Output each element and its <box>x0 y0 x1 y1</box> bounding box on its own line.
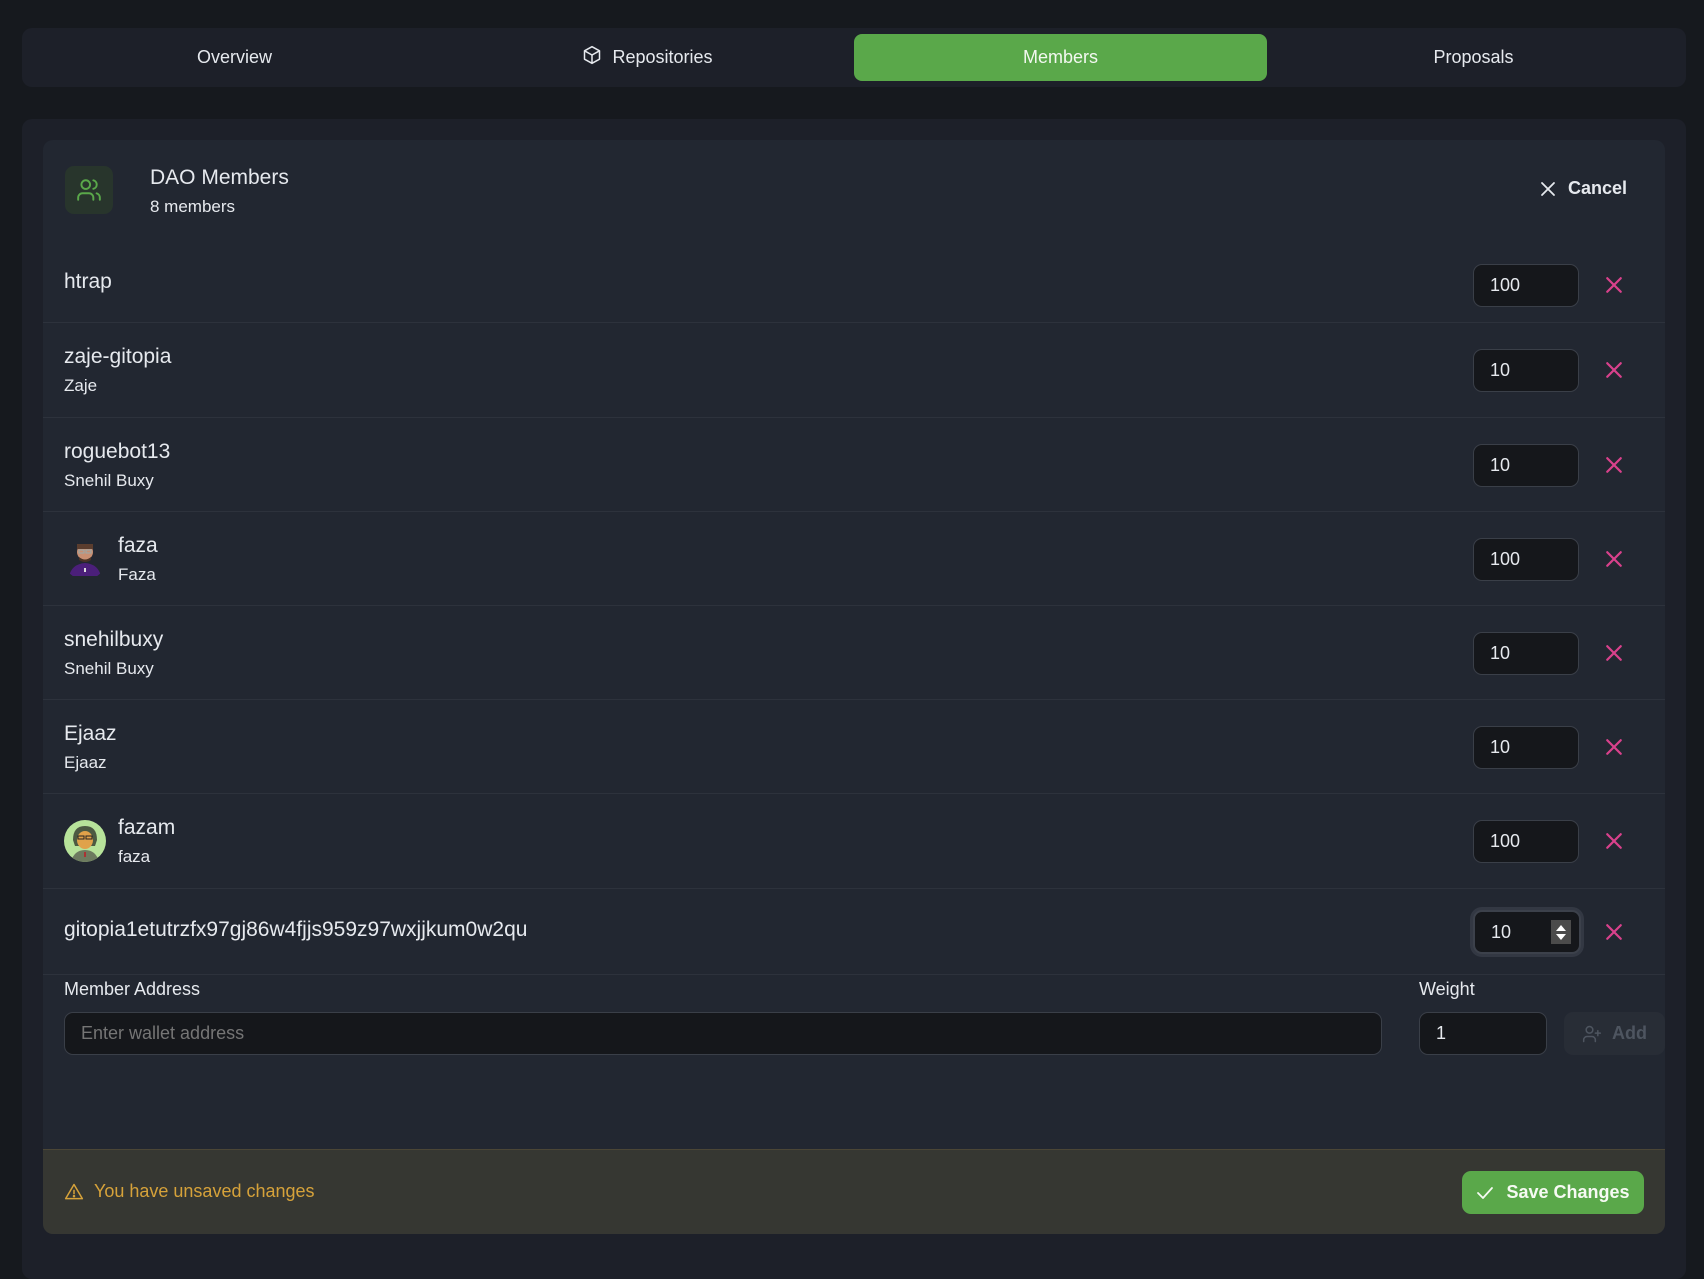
member-count: 8 members <box>150 197 236 216</box>
tab-proposals[interactable]: Proposals <box>1267 34 1680 81</box>
save-label: Save Changes <box>1506 1182 1630 1202</box>
tab-overview[interactable]: Overview <box>28 34 441 81</box>
tab-label: Members <box>1022 47 1098 67</box>
member-weight-input[interactable] <box>1473 726 1579 769</box>
member-username: htrap <box>64 270 112 293</box>
member-row: snehilbuxy Snehil Buxy <box>43 606 1665 700</box>
member-username: gitopia1etutrzfx97gj86w4fjjs959z97wxjjku… <box>64 918 528 941</box>
member-username: fazam <box>118 816 176 839</box>
tab-label: Proposals <box>1433 47 1514 67</box>
warning-icon <box>64 1183 84 1199</box>
cancel-button[interactable]: Cancel <box>1540 178 1627 199</box>
user-plus-icon <box>1582 1025 1602 1042</box>
member-weight-input[interactable] <box>1473 632 1579 675</box>
box-icon <box>582 45 602 70</box>
member-username: roguebot13 <box>64 440 171 463</box>
tab-label: Repositories <box>612 47 713 67</box>
new-member-weight-input[interactable] <box>1419 1012 1547 1055</box>
members-card: DAO Members 8 members Cancel htrap zaje-… <box>43 140 1665 1234</box>
member-weight-input[interactable] <box>1473 820 1579 863</box>
remove-member-icon[interactable] <box>1605 550 1623 568</box>
cartoon-avatar-icon <box>64 820 106 862</box>
member-row: gitopia1etutrzfx97gj86w4fjjs959z97wxjjku… <box>43 889 1665 975</box>
unsaved-warning: You have unsaved changes <box>64 1181 315 1202</box>
member-username: snehilbuxy <box>64 628 164 651</box>
member-weight-input[interactable] <box>1473 538 1579 581</box>
member-address-input[interactable] <box>64 1012 1382 1055</box>
remove-member-icon[interactable] <box>1605 276 1623 294</box>
tab-bar: Overview Repositories Members Proposals <box>22 28 1686 87</box>
add-member-form: Member Address Weight Add <box>43 965 1665 1075</box>
add-member-button[interactable]: Add <box>1564 1012 1665 1055</box>
member-username: faza <box>118 534 158 557</box>
member-row: htrap <box>43 248 1665 323</box>
tab-repositories[interactable]: Repositories <box>441 34 854 81</box>
remove-member-icon[interactable] <box>1605 832 1623 850</box>
card-title: DAO Members <box>150 166 289 189</box>
member-address-label: Member Address <box>64 979 201 999</box>
member-username: Ejaaz <box>64 722 117 745</box>
remove-member-icon[interactable] <box>1605 644 1623 662</box>
members-panel: DAO Members 8 members Cancel htrap zaje-… <box>22 119 1686 1279</box>
pixel-avatar-icon <box>64 538 106 580</box>
member-display-name: Ejaaz <box>64 753 107 772</box>
cancel-label: Cancel <box>1567 178 1627 198</box>
close-icon <box>1541 181 1555 196</box>
remove-member-icon[interactable] <box>1605 923 1623 941</box>
member-weight-input[interactable] <box>1473 444 1579 487</box>
member-row: Ejaaz Ejaaz <box>43 700 1665 794</box>
member-username: zaje-gitopia <box>64 345 172 368</box>
member-display-name: Snehil Buxy <box>64 659 154 678</box>
member-display-name: Faza <box>118 565 156 584</box>
warning-text: You have unsaved changes <box>94 1181 315 1201</box>
remove-member-icon[interactable] <box>1605 456 1623 474</box>
member-row: zaje-gitopia Zaje <box>43 323 1665 418</box>
remove-member-icon[interactable] <box>1605 361 1623 379</box>
member-display-name: faza <box>118 847 151 866</box>
users-icon <box>65 166 113 214</box>
check-icon <box>1477 1186 1494 1199</box>
number-spinner[interactable] <box>1551 920 1571 944</box>
unsaved-changes-bar: You have unsaved changes Save Changes <box>43 1149 1665 1234</box>
member-display-name: Zaje <box>64 376 98 395</box>
tab-label: Overview <box>196 47 272 67</box>
member-row: roguebot13 Snehil Buxy <box>43 418 1665 512</box>
member-row: fazam faza <box>43 794 1665 889</box>
weight-label: Weight <box>1419 979 1475 999</box>
member-row: faza Faza <box>43 512 1665 606</box>
card-header: DAO Members 8 members Cancel <box>43 140 1665 248</box>
add-label: Add <box>1612 1023 1647 1043</box>
member-weight-input[interactable] <box>1473 264 1579 307</box>
member-weight-input[interactable] <box>1473 349 1579 392</box>
tab-members[interactable]: Members <box>854 34 1267 81</box>
member-display-name: Snehil Buxy <box>64 471 154 490</box>
save-changes-button[interactable]: Save Changes <box>1462 1171 1644 1214</box>
remove-member-icon[interactable] <box>1605 738 1623 756</box>
